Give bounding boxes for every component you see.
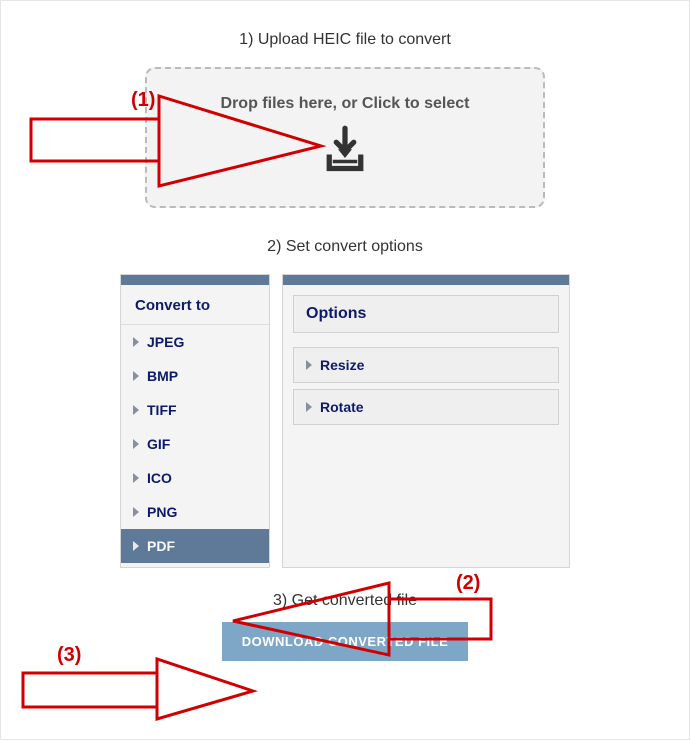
- format-item-label: GIF: [147, 436, 170, 452]
- triangle-right-icon: [306, 402, 312, 412]
- format-item-png[interactable]: PNG: [121, 495, 269, 529]
- format-list: JPEG BMP TIFF GIF ICO PNG PDF: [121, 325, 269, 567]
- panel-top-bar: [121, 275, 269, 285]
- option-item-rotate[interactable]: Rotate: [293, 389, 559, 425]
- format-item-label: PDF: [147, 538, 175, 554]
- triangle-right-icon: [133, 541, 139, 551]
- dropzone-text: Drop files here, or Click to select: [167, 95, 523, 113]
- triangle-right-icon: [306, 360, 312, 370]
- step3-title: 3) Get converted file: [1, 592, 689, 610]
- triangle-right-icon: [133, 371, 139, 381]
- triangle-right-icon: [133, 405, 139, 415]
- option-item-resize[interactable]: Resize: [293, 347, 559, 383]
- annotation-label-3: (3): [57, 644, 81, 666]
- format-item-label: JPEG: [147, 334, 184, 350]
- triangle-right-icon: [133, 507, 139, 517]
- format-item-gif[interactable]: GIF: [121, 427, 269, 461]
- convert-to-panel: Convert to JPEG BMP TIFF GIF ICO PNG PDF: [120, 274, 270, 568]
- option-list: Resize Rotate: [293, 347, 559, 425]
- panel-top-bar: [283, 275, 569, 285]
- format-item-label: ICO: [147, 470, 172, 486]
- format-item-label: PNG: [147, 504, 177, 520]
- step1-title: 1) Upload HEIC file to convert: [1, 31, 689, 49]
- triangle-right-icon: [133, 439, 139, 449]
- upload-dropzone[interactable]: Drop files here, or Click to select: [145, 67, 545, 208]
- format-item-tiff[interactable]: TIFF: [121, 393, 269, 427]
- format-item-label: BMP: [147, 368, 178, 384]
- options-header: Options: [293, 295, 559, 333]
- annotation-label-2: (2): [456, 572, 480, 594]
- format-item-pdf[interactable]: PDF: [121, 529, 269, 563]
- format-item-jpeg[interactable]: JPEG: [121, 325, 269, 359]
- format-item-ico[interactable]: ICO: [121, 461, 269, 495]
- triangle-right-icon: [133, 473, 139, 483]
- options-panel-wrap: Convert to JPEG BMP TIFF GIF ICO PNG PDF Optio…: [120, 274, 570, 568]
- format-item-label: TIFF: [147, 402, 177, 418]
- option-item-label: Rotate: [320, 399, 364, 415]
- format-item-bmp[interactable]: BMP: [121, 359, 269, 393]
- download-tray-icon: [167, 123, 523, 184]
- step2-title: 2) Set convert options: [1, 238, 689, 256]
- option-item-label: Resize: [320, 357, 364, 373]
- download-button[interactable]: DOWNLOAD CONVERTED FILE: [222, 622, 469, 661]
- convert-to-header: Convert to: [121, 285, 269, 325]
- options-panel: Options Resize Rotate: [282, 274, 570, 568]
- triangle-right-icon: [133, 337, 139, 347]
